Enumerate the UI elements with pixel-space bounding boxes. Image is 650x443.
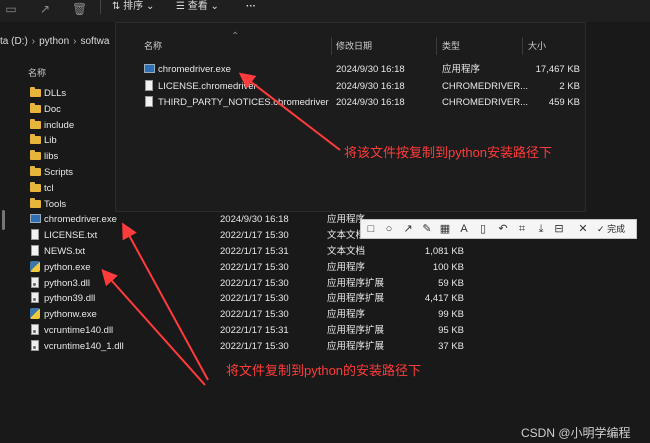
annotation-bottom-text: 将文件复制到python的安装路径下: [226, 363, 422, 378]
annotation-arrow: [238, 72, 341, 151]
watermark: CSDN @小明学编程: [521, 426, 631, 440]
annotation-arrow: [122, 222, 209, 381]
annotation-top-text: 将该文件按复制到python安装路径下: [344, 145, 553, 160]
annotation-arrow: [101, 269, 206, 386]
